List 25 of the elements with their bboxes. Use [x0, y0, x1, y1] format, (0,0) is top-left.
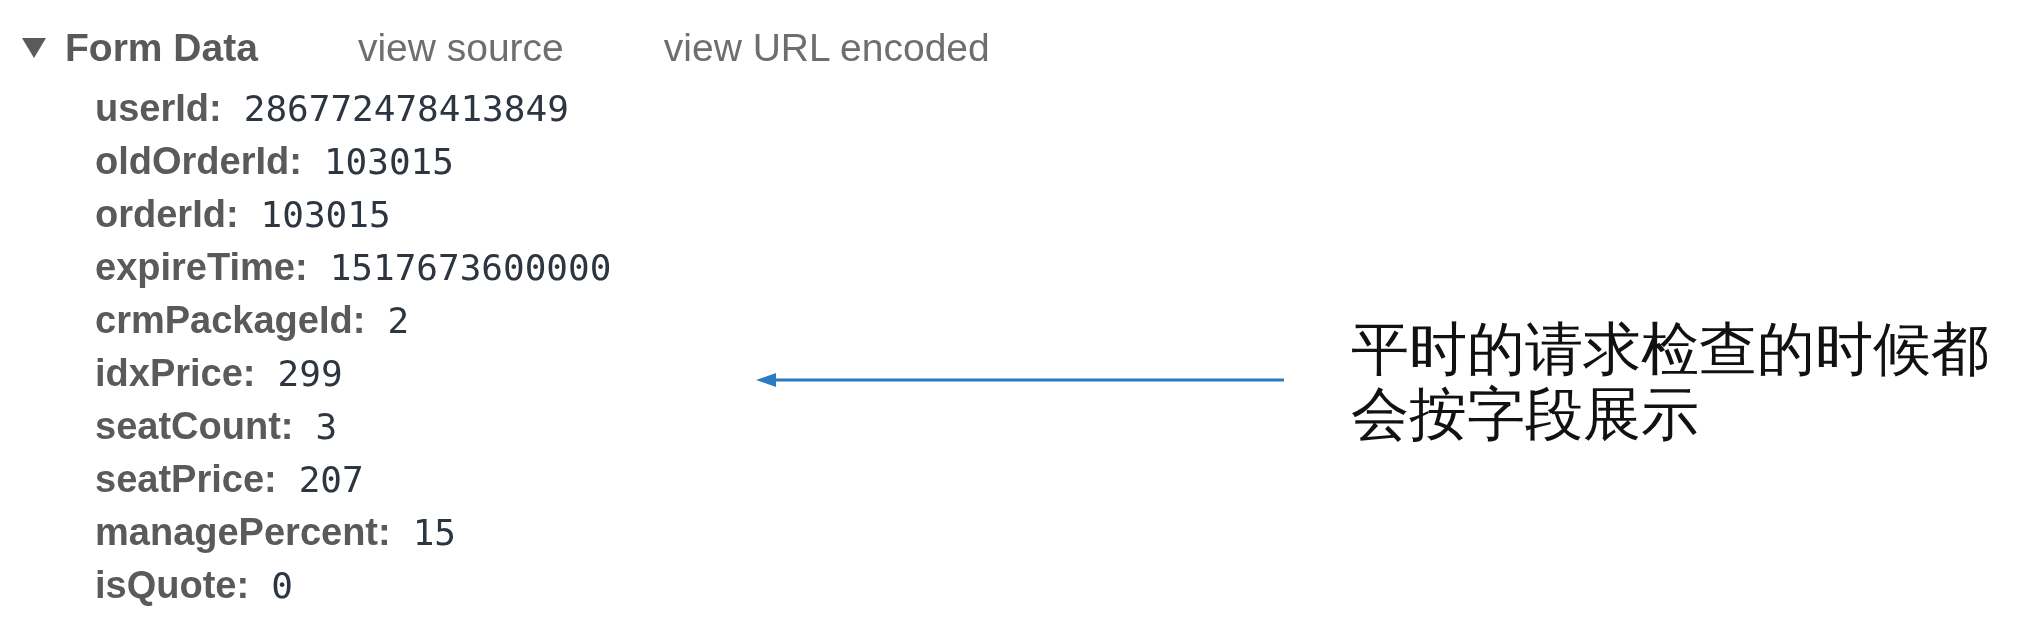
field-value: 103015 [323, 140, 454, 184]
field-value: 0 [271, 564, 293, 608]
field-name: crmPackageId: [95, 298, 366, 343]
field-name: managePercent: [95, 510, 391, 555]
view-link[interactable]: view URL encoded [663, 22, 990, 74]
field-value: 1517673600000 [329, 246, 612, 290]
section-title: Form Data [65, 25, 258, 71]
field-value: 103015 [260, 193, 391, 237]
field-name: userId: [95, 86, 222, 131]
field-name: orderId: [95, 192, 239, 237]
field-value: 207 [298, 458, 364, 502]
field-value: 3 [315, 405, 338, 449]
field-value: 299 [277, 352, 343, 396]
field-value: 286772478413849 [243, 87, 569, 131]
field-name: idxPrice: [95, 351, 256, 396]
field-name: isQuote: [95, 563, 250, 608]
field-value: 2 [387, 299, 410, 343]
field-name: oldOrderId: [95, 139, 302, 184]
field-value: 15 [412, 511, 457, 555]
field-name: seatCount: [95, 404, 294, 449]
field-name: seatPrice: [95, 457, 277, 502]
annotation-text: 平时的请求检查的时候都会按字段展示 [1351, 317, 1990, 447]
field-name: expireTime: [95, 245, 308, 290]
view-link[interactable]: view source [357, 22, 564, 74]
disclosure-triangle-icon[interactable] [22, 38, 46, 58]
